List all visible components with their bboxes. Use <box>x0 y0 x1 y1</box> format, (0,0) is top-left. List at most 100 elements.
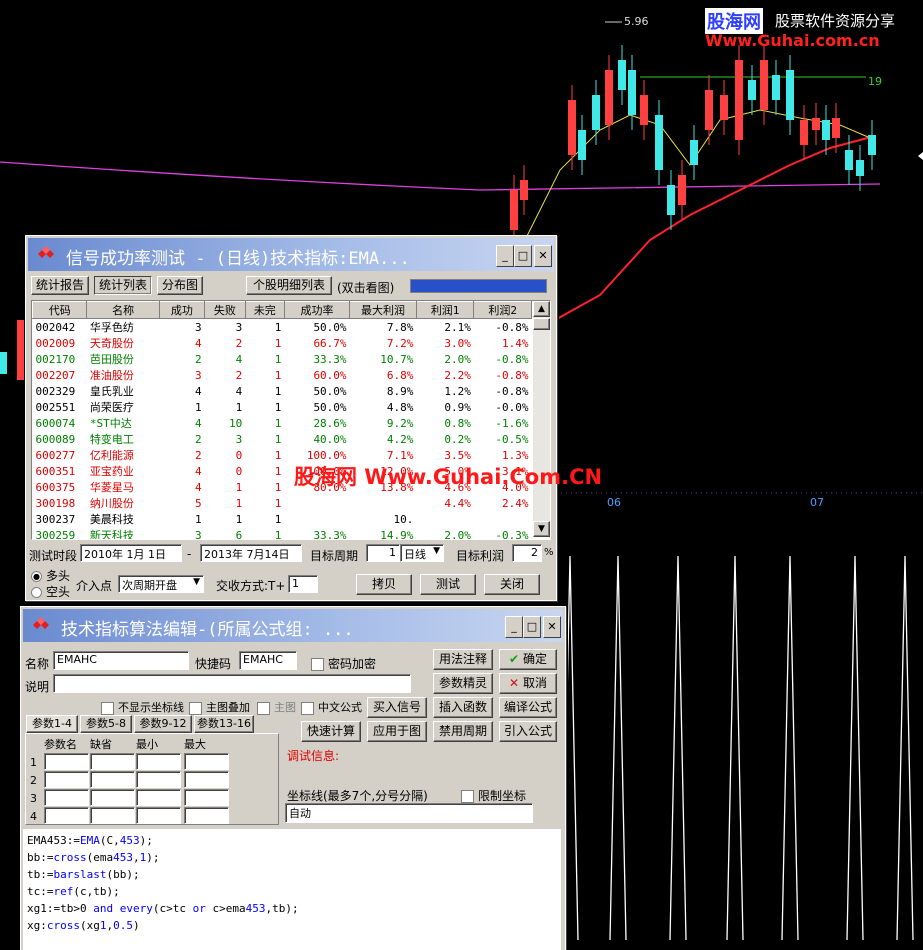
param-cell[interactable] <box>90 753 135 770</box>
usage-notes-button[interactable]: 用法注释 <box>433 649 493 670</box>
table-row[interactable]: 002551 尚荣医疗 1 1 1 50.0% 4.8% 0.9% -0.0% <box>33 399 532 415</box>
desc-input[interactable] <box>53 674 411 693</box>
table-row[interactable]: 300198 纳川股份 5 1 1 4.4% 2.4% <box>33 495 532 511</box>
table-row[interactable]: 300237 美晨科技 1 1 1 10. <box>33 511 532 527</box>
cancel-button[interactable]: ✕ 取消 <box>499 673 557 694</box>
tab-stat-report[interactable]: 统计报告 <box>31 276 89 295</box>
minimize-button[interactable]: _ <box>496 245 514 267</box>
param-tab-1[interactable]: 参数1-4 <box>26 715 78 733</box>
table-row[interactable]: 002207 准油股份 3 2 1 60.0% 6.8% 2.2% -0.8% <box>33 367 532 383</box>
table-cell: 1 <box>274 528 282 540</box>
param-cell[interactable] <box>90 771 135 788</box>
import-formula-button[interactable]: 引入公式 <box>499 721 557 742</box>
table-cell: 准油股份 <box>89 369 134 382</box>
main-overlay-checkbox[interactable]: 主图叠加 <box>189 699 250 715</box>
insert-function-button[interactable]: 插入函数 <box>433 697 493 718</box>
trade-input[interactable]: 1 <box>288 575 318 593</box>
ok-button[interactable]: ✔ 确定 <box>499 649 557 670</box>
scroll-down-button[interactable]: ▼ <box>533 521 550 537</box>
formula-code-editor[interactable]: EMA453:=EMA(C,453); bb:=cross(ema453,1); t… <box>23 829 561 950</box>
scroll-up-button[interactable]: ▲ <box>533 301 550 317</box>
signal-test-titlebar[interactable]: 信号成功率测试 - (日线)技术指标:EMA... _ □ ✕ <box>28 238 554 271</box>
copy-button[interactable]: 拷贝 <box>356 574 412 595</box>
param-tab-3[interactable]: 参数9-12 <box>134 715 192 733</box>
param-cell[interactable] <box>44 789 89 806</box>
col-header[interactable]: 成功率 <box>283 301 351 319</box>
col-header[interactable]: 利润2 <box>473 301 532 319</box>
col-header[interactable]: 利润1 <box>415 301 475 319</box>
param-cell[interactable] <box>44 753 89 770</box>
apply-chart-button[interactable]: 应用于图 <box>367 721 427 742</box>
shortcut-input[interactable]: EMAHC <box>239 651 297 670</box>
param-tab-2[interactable]: 参数5-8 <box>80 715 132 733</box>
param-wizard-button[interactable]: 参数精灵 <box>433 673 493 694</box>
table-row[interactable]: 600074 *ST中达 4 10 1 28.6% 9.2% 0.8% -1.6% <box>33 415 532 431</box>
table-row[interactable]: 002170 芭田股份 2 4 1 33.3% 10.7% 2.0% -0.8% <box>33 351 532 367</box>
date-from-input[interactable]: 2010年 1月 1日 <box>80 544 182 562</box>
test-button[interactable]: 测试 <box>420 574 476 595</box>
table-cell: 002042 <box>35 320 76 334</box>
col-header[interactable]: 最大利润 <box>349 301 417 319</box>
tab-distribution[interactable]: 分布图 <box>157 276 203 295</box>
compile-button[interactable]: 编译公式 <box>499 697 557 718</box>
param-cell[interactable] <box>136 789 181 806</box>
table-cell: 600089 <box>35 432 76 446</box>
detail-list-button[interactable]: 个股明细列表 <box>246 276 332 295</box>
param-cell[interactable] <box>184 753 229 770</box>
formula-editor-titlebar[interactable]: 技术指标算法编辑-(所属公式组: ... _ □ ✕ <box>23 609 563 642</box>
param-cell[interactable] <box>44 771 89 788</box>
buy-signal-button[interactable]: 买入信号 <box>367 697 427 718</box>
radio-short[interactable]: 空头 <box>31 583 70 600</box>
col-header[interactable]: 未完 <box>244 301 285 319</box>
table-row[interactable]: 300259 新天科技 3 6 1 33.3% 14.9% 2.0% -0.3% <box>33 527 532 540</box>
target-period-input[interactable]: 1 <box>366 544 400 562</box>
chinese-formula-checkbox[interactable]: 中文公式 <box>301 699 362 715</box>
limit-axis-checkbox[interactable]: 限制坐标 <box>461 787 526 804</box>
target-profit-input[interactable]: 2 <box>512 544 542 562</box>
disable-period-button[interactable]: 禁用周期 <box>433 721 493 742</box>
table-row[interactable]: 002329 皇氏乳业 4 4 1 50.0% 8.9% 1.2% -0.8% <box>33 383 532 399</box>
close-button[interactable]: ✕ <box>534 245 552 267</box>
axis-input[interactable]: 自动 <box>285 803 533 823</box>
col-header[interactable]: 失败 <box>204 301 246 319</box>
param-cell[interactable] <box>90 807 135 824</box>
table-cell: 600074 <box>35 416 76 430</box>
candle-body <box>690 140 698 165</box>
password-checkbox[interactable]: 密码加密 <box>311 655 376 672</box>
col-header[interactable]: 成功 <box>158 301 206 319</box>
param-cell[interactable] <box>136 753 181 770</box>
scroll-thumb[interactable] <box>533 318 550 330</box>
param-cell[interactable] <box>90 789 135 806</box>
main-pic-checkbox[interactable]: 主图 <box>257 699 296 715</box>
date-to-input[interactable]: 2013年 7月14日 <box>200 544 302 562</box>
close-dialog-button[interactable]: 关闭 <box>484 574 540 595</box>
param-cell[interactable] <box>136 771 181 788</box>
close-button[interactable]: ✕ <box>543 616 561 638</box>
table-row[interactable]: 600089 特变电工 2 3 1 40.0% 4.2% 0.2% -0.5% <box>33 431 532 447</box>
radio-long[interactable]: ● 多头 <box>31 567 70 584</box>
maximize-button[interactable]: □ <box>514 245 532 267</box>
entry-select[interactable]: 次周期开盘 ▼ <box>118 575 204 593</box>
param-cell[interactable] <box>136 807 181 824</box>
maximize-button[interactable]: □ <box>523 616 541 638</box>
param-cell[interactable] <box>184 807 229 824</box>
name-input[interactable]: EMAHC <box>53 651 189 670</box>
no-axis-checkbox[interactable]: 不显示坐标线 <box>101 699 184 715</box>
app-icon <box>38 246 54 258</box>
table-scrollbar[interactable]: ▲ ▼ <box>533 301 550 537</box>
param-cell[interactable] <box>44 807 89 824</box>
table-cell <box>350 495 417 511</box>
candle-body <box>868 135 876 155</box>
quick-calc-button[interactable]: 快速计算 <box>301 721 361 742</box>
param-tab-4[interactable]: 参数13-16 <box>194 715 254 733</box>
param-cell[interactable] <box>184 771 229 788</box>
tab-stat-list[interactable]: 统计列表 <box>94 276 152 295</box>
minimize-button[interactable]: _ <box>505 616 523 638</box>
col-header[interactable]: 名称 <box>86 301 160 319</box>
table-row[interactable]: 002042 华孚色纺 3 3 1 50.0% 7.8% 2.1% -0.8% <box>33 319 532 336</box>
table-row[interactable]: 002009 天奇股份 4 2 1 66.7% 7.2% 3.0% 1.4% <box>33 335 532 351</box>
param-cell[interactable] <box>184 789 229 806</box>
col-header[interactable]: 代码 <box>32 301 88 319</box>
stock-list-table[interactable]: 代码 名称 成功 失败 未完 成功率 最大利润 利润1 利润2 002042 华孚色纺 3 3 1 50.0… <box>31 300 551 540</box>
period-unit-select[interactable]: 日线 ▼ <box>400 544 444 562</box>
